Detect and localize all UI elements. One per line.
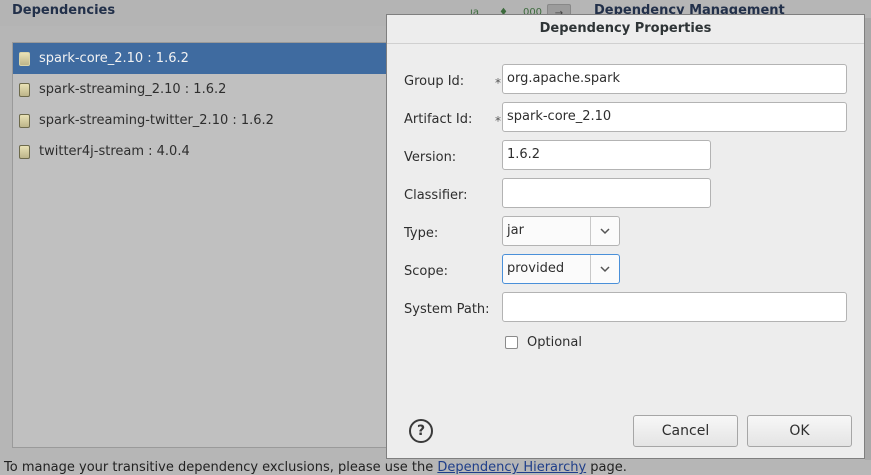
system-path-label: System Path: bbox=[404, 302, 490, 317]
classifier-label: Classifier: bbox=[404, 188, 468, 203]
footer-text: To manage your transitive dependency exc… bbox=[4, 460, 438, 475]
chevron-down-icon[interactable] bbox=[591, 217, 619, 245]
version-label: Version: bbox=[404, 150, 457, 165]
scope-label: Scope: bbox=[404, 264, 448, 279]
artifact-id-label: Artifact Id: bbox=[404, 112, 473, 127]
type-value: jar bbox=[503, 217, 591, 245]
group-id-field[interactable]: org.apache.spark bbox=[502, 64, 847, 94]
required-marker: * bbox=[495, 76, 501, 90]
chevron-down-icon[interactable] bbox=[591, 255, 619, 283]
footer-suffix: page. bbox=[586, 460, 627, 475]
artifact-id-field[interactable]: spark-core_2.10 bbox=[502, 102, 847, 132]
dependency-label: twitter4j-stream : 4.0.4 bbox=[39, 144, 190, 159]
list-item[interactable]: spark-streaming_2.10 : 1.6.2 bbox=[13, 74, 388, 105]
list-item[interactable]: spark-core_2.10 : 1.6.2 bbox=[13, 43, 388, 74]
classifier-field[interactable] bbox=[502, 178, 711, 208]
optional-checkbox[interactable] bbox=[505, 336, 518, 349]
version-field[interactable]: 1.6.2 bbox=[502, 140, 711, 170]
dependency-properties-dialog: Dependency Properties Group Id: * org.ap… bbox=[386, 14, 865, 459]
jar-icon bbox=[19, 51, 30, 66]
jar-icon bbox=[19, 113, 30, 128]
dependency-label: spark-streaming-twitter_2.10 : 1.6.2 bbox=[39, 113, 274, 128]
type-label: Type: bbox=[404, 226, 439, 241]
jar-icon bbox=[19, 144, 30, 159]
required-marker: * bbox=[495, 114, 501, 128]
optional-label: Optional bbox=[527, 335, 582, 350]
dependencies-title: Dependencies bbox=[12, 3, 116, 18]
dependency-label: spark-core_2.10 : 1.6.2 bbox=[39, 51, 189, 66]
scrollbar[interactable] bbox=[865, 18, 871, 460]
group-id-label: Group Id: bbox=[404, 74, 465, 89]
ok-button[interactable]: OK bbox=[747, 415, 852, 447]
dependency-label: spark-streaming_2.10 : 1.6.2 bbox=[39, 82, 227, 97]
scope-select[interactable]: provided bbox=[502, 254, 620, 284]
system-path-field[interactable] bbox=[502, 292, 847, 322]
type-select[interactable]: jar bbox=[502, 216, 620, 246]
dependency-list: spark-core_2.10 : 1.6.2 spark-streaming_… bbox=[12, 42, 388, 448]
list-item[interactable]: twitter4j-stream : 4.0.4 bbox=[13, 136, 388, 167]
footer-message: To manage your transitive dependency exc… bbox=[4, 460, 627, 475]
help-icon[interactable]: ? bbox=[409, 419, 433, 443]
list-item[interactable]: spark-streaming-twitter_2.10 : 1.6.2 bbox=[13, 105, 388, 136]
dialog-title: Dependency Properties bbox=[387, 15, 864, 44]
scope-value: provided bbox=[503, 255, 591, 283]
optional-row[interactable]: Optional bbox=[505, 335, 582, 350]
cancel-button[interactable]: Cancel bbox=[633, 415, 738, 447]
jar-icon bbox=[19, 82, 30, 97]
dependency-hierarchy-link[interactable]: Dependency Hierarchy bbox=[437, 460, 586, 475]
